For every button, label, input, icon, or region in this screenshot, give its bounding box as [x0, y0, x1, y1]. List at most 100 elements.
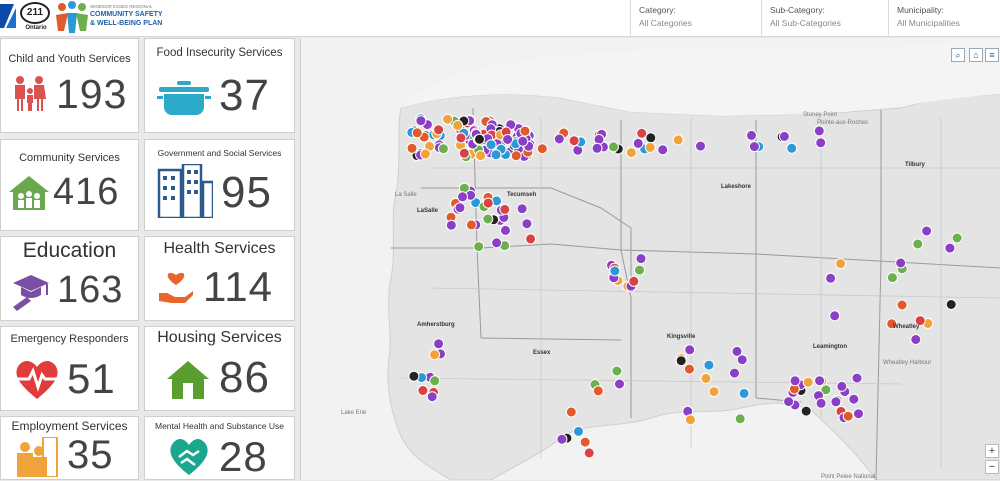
poi-marker[interactable]: [465, 219, 477, 231]
poi-marker[interactable]: [815, 397, 827, 409]
card-employment-services[interactable]: Employment Services 35: [0, 416, 139, 480]
poi-marker[interactable]: [609, 265, 621, 277]
poi-marker[interactable]: [419, 148, 431, 160]
poi-marker[interactable]: [842, 410, 854, 422]
poi-marker[interactable]: [886, 272, 898, 284]
poi-marker[interactable]: [734, 413, 746, 425]
poi-marker[interactable]: [738, 387, 750, 399]
poi-marker[interactable]: [502, 134, 514, 145]
poi-marker[interactable]: [525, 233, 537, 245]
poi-marker[interactable]: [778, 130, 790, 142]
poi-marker[interactable]: [445, 219, 457, 231]
poi-marker[interactable]: [482, 197, 494, 209]
poi-marker[interactable]: [851, 372, 863, 384]
poi-marker[interactable]: [836, 380, 848, 392]
poi-marker[interactable]: [429, 349, 441, 361]
poi-marker[interactable]: [910, 334, 922, 345]
poi-marker[interactable]: [695, 140, 706, 152]
poi-marker[interactable]: [800, 405, 812, 417]
poi-marker[interactable]: [636, 127, 648, 139]
poi-marker[interactable]: [473, 241, 485, 253]
poi-marker[interactable]: [454, 202, 466, 214]
poi-marker[interactable]: [579, 436, 591, 448]
poi-marker[interactable]: [593, 133, 605, 145]
poi-marker[interactable]: [429, 375, 441, 387]
poi-marker[interactable]: [406, 142, 418, 154]
map-home-button[interactable]: ⌂: [969, 48, 983, 62]
poi-marker[interactable]: [591, 142, 603, 154]
zoom-out-button[interactable]: −: [985, 460, 999, 474]
map-search-button[interactable]: ⌕: [951, 48, 965, 62]
poi-marker[interactable]: [485, 139, 497, 151]
poi-marker[interactable]: [500, 224, 511, 236]
poi-marker[interactable]: [645, 132, 657, 144]
zoom-in-button[interactable]: +: [985, 444, 999, 458]
card-government-social[interactable]: Government and Social Services 95: [144, 139, 295, 231]
card-community-services[interactable]: Community Services 416: [0, 139, 139, 231]
poi-marker[interactable]: [634, 264, 645, 276]
card-emergency-responders[interactable]: Emergency Responders 51: [0, 326, 139, 411]
poi-marker[interactable]: [786, 142, 798, 154]
poi-marker[interactable]: [592, 385, 604, 397]
poi-marker[interactable]: [684, 344, 696, 356]
poi-marker[interactable]: [433, 338, 445, 350]
poi-marker[interactable]: [415, 115, 427, 127]
poi-marker[interactable]: [499, 203, 511, 215]
poi-marker[interactable]: [848, 393, 860, 405]
poi-marker[interactable]: [683, 363, 695, 375]
poi-marker[interactable]: [736, 354, 748, 366]
poi-marker[interactable]: [536, 143, 548, 155]
poi-marker[interactable]: [672, 134, 684, 146]
poi-marker[interactable]: [708, 386, 720, 398]
poi-marker[interactable]: [912, 238, 924, 250]
poi-marker[interactable]: [565, 406, 577, 418]
card-education[interactable]: Education 163: [0, 236, 139, 321]
poi-marker[interactable]: [829, 310, 841, 322]
poi-marker[interactable]: [729, 367, 740, 379]
poi-marker[interactable]: [608, 141, 619, 153]
poi-marker[interactable]: [644, 141, 656, 153]
poi-marker[interactable]: [657, 144, 669, 156]
poi-marker[interactable]: [457, 191, 468, 203]
poi-marker[interactable]: [825, 272, 837, 284]
poi-marker[interactable]: [553, 133, 565, 145]
poi-marker[interactable]: [814, 375, 826, 387]
poi-marker[interactable]: [614, 378, 625, 390]
poi-marker[interactable]: [611, 365, 623, 377]
poi-marker[interactable]: [556, 433, 568, 445]
poi-marker[interactable]: [802, 376, 814, 388]
poi-marker[interactable]: [426, 391, 438, 403]
card-health-services[interactable]: Health Services 114: [144, 236, 295, 321]
poi-marker[interactable]: [632, 137, 644, 149]
poi-marker[interactable]: [510, 150, 522, 162]
poi-marker[interactable]: [835, 258, 847, 270]
municipality-filter[interactable]: Municipality: All Municipalities: [888, 0, 1000, 36]
poi-marker[interactable]: [482, 213, 494, 225]
card-housing-services[interactable]: Housing Services 86: [144, 326, 295, 411]
poi-marker[interactable]: [635, 253, 647, 265]
poi-marker[interactable]: [684, 414, 696, 426]
poi-marker[interactable]: [474, 133, 485, 145]
poi-marker[interactable]: [703, 359, 715, 371]
poi-marker[interactable]: [945, 299, 957, 310]
poi-marker[interactable]: [746, 129, 757, 141]
subcategory-filter[interactable]: Sub-Category: All Sub-Categories: [761, 0, 888, 36]
poi-marker[interactable]: [437, 143, 449, 155]
poi-marker[interactable]: [417, 385, 429, 396]
poi-marker[interactable]: [519, 125, 531, 137]
poi-marker[interactable]: [433, 124, 445, 136]
poi-marker[interactable]: [568, 135, 580, 147]
poi-marker[interactable]: [830, 396, 842, 408]
poi-marker[interactable]: [583, 447, 595, 459]
poi-marker[interactable]: [951, 232, 963, 244]
poi-marker[interactable]: [783, 396, 795, 408]
poi-marker[interactable]: [573, 425, 584, 437]
poi-marker[interactable]: [789, 375, 801, 387]
poi-marker[interactable]: [628, 275, 640, 287]
poi-marker[interactable]: [700, 372, 712, 384]
poi-marker[interactable]: [491, 237, 503, 249]
poi-marker[interactable]: [455, 132, 467, 144]
poi-marker[interactable]: [896, 299, 908, 311]
poi-marker[interactable]: [944, 242, 956, 254]
poi-marker[interactable]: [452, 119, 464, 131]
